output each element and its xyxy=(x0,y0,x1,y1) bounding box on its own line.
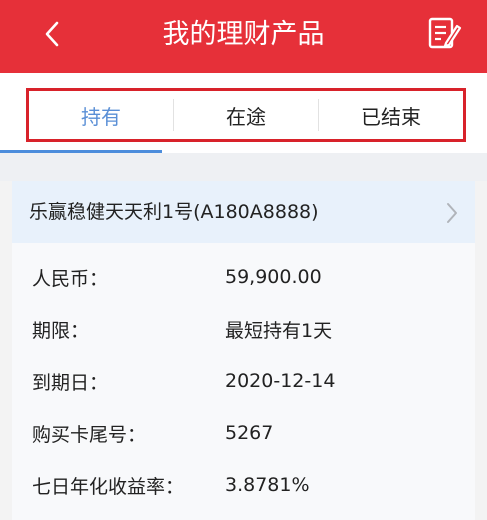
detail-value: 最短持有1天 xyxy=(225,319,333,342)
section-gap xyxy=(0,153,487,181)
detail-value: 3.8781% xyxy=(225,474,310,496)
detail-row-term: 期限： 最短持有1天 xyxy=(12,303,475,355)
product-name: 乐赢稳健天天利1号(A180A8888) xyxy=(29,201,319,223)
detail-label: 购买卡尾号： xyxy=(32,423,147,446)
detail-label: 期限： xyxy=(32,319,90,342)
chevron-right-icon xyxy=(445,202,459,228)
tabs-highlight-frame: 持有 在途 已结束 xyxy=(26,88,466,142)
detail-row-maturity: 到期日： 2020-12-14 xyxy=(12,355,475,407)
tab-label: 已结束 xyxy=(361,104,421,129)
tab-holding[interactable]: 持有 xyxy=(29,91,173,139)
tab-in-transit[interactable]: 在途 xyxy=(174,91,318,139)
chevron-left-icon xyxy=(42,20,62,52)
app-header: 我的理财产品 xyxy=(0,0,487,73)
product-details: 人民币： 59,900.00 期限： 最短持有1天 到期日： 2020-12-1… xyxy=(12,251,475,511)
detail-value: 59,900.00 xyxy=(225,266,322,288)
detail-label: 人民币： xyxy=(32,267,109,290)
detail-label: 七日年化收益率： xyxy=(32,475,185,498)
detail-row-yield: 七日年化收益率： 3.8781% xyxy=(12,459,475,511)
back-button[interactable] xyxy=(30,14,74,58)
tab-bar: 持有 在途 已结束 xyxy=(0,73,487,153)
tab-ended[interactable]: 已结束 xyxy=(319,91,463,139)
product-header[interactable]: 乐赢稳健天天利1号(A180A8888) xyxy=(12,181,475,243)
edit-button[interactable] xyxy=(421,12,467,58)
tab-label: 在途 xyxy=(226,104,266,129)
tab-label: 持有 xyxy=(81,104,121,129)
product-card: 乐赢稳健天天利1号(A180A8888) 人民币： 59,900.00 期限： … xyxy=(12,181,475,520)
detail-row-amount: 人民币： 59,900.00 xyxy=(12,251,475,303)
detail-value: 5267 xyxy=(225,422,274,444)
detail-value: 2020-12-14 xyxy=(225,370,336,392)
edit-note-icon xyxy=(426,15,462,55)
detail-label: 到期日： xyxy=(32,371,109,394)
detail-row-card-tail: 购买卡尾号： 5267 xyxy=(12,407,475,459)
